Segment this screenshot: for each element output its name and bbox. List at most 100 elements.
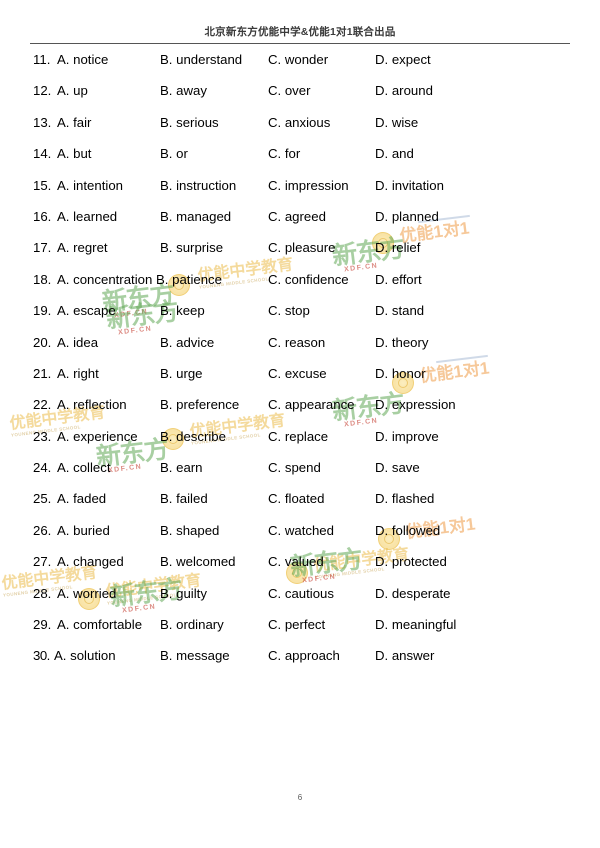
option-b[interactable]: B. instruction xyxy=(160,178,236,193)
option-d[interactable]: D. save xyxy=(375,460,420,475)
option-b[interactable]: B. urge xyxy=(160,366,203,381)
option-b[interactable]: B. advice xyxy=(160,335,214,350)
option-b[interactable]: B. serious xyxy=(160,115,219,130)
question-number: 17. xyxy=(33,240,52,256)
option-b[interactable]: B. understand xyxy=(160,52,242,67)
option-c[interactable]: C. floated xyxy=(268,491,324,506)
option-d[interactable]: D. followed xyxy=(375,523,440,538)
option-c[interactable]: C. over xyxy=(268,83,311,98)
option-c[interactable]: C. perfect xyxy=(268,617,325,632)
option-a[interactable]: A. reflection xyxy=(57,397,127,412)
option-a[interactable]: A. buried xyxy=(57,523,110,538)
option-c[interactable]: C. impression xyxy=(268,178,349,193)
question-row: 15. A. intention B. instruction C. impressi… xyxy=(0,178,600,209)
option-b[interactable]: B. message xyxy=(160,648,230,663)
question-number: 19. xyxy=(33,303,52,319)
option-c[interactable]: C. for xyxy=(268,146,300,161)
question-number: 11. xyxy=(33,52,51,67)
option-a[interactable]: A. changed xyxy=(57,554,124,569)
question-list: 11. A. notice B. understand C. wonder D. exp… xyxy=(0,52,600,680)
option-c[interactable]: C. valued xyxy=(268,554,324,569)
question-number: 22. xyxy=(33,397,52,413)
option-b[interactable]: B. ordinary xyxy=(160,617,224,632)
option-c[interactable]: C. stop xyxy=(268,303,310,318)
option-a[interactable]: A. solution xyxy=(54,648,116,663)
option-b[interactable]: B. away xyxy=(160,83,207,98)
option-d[interactable]: D. meaningful xyxy=(375,617,456,632)
question-row: 29. A. comfortable B. ordinary C. perfect D.… xyxy=(0,617,600,648)
option-a[interactable]: A. experience xyxy=(57,429,138,444)
option-a[interactable]: A. right xyxy=(57,366,99,381)
option-b[interactable]: B. keep xyxy=(160,303,205,318)
option-c[interactable]: C. approach xyxy=(268,648,340,663)
option-a[interactable]: A. intention xyxy=(57,178,123,193)
option-c[interactable]: C. reason xyxy=(268,335,325,350)
option-d[interactable]: D. and xyxy=(375,146,414,161)
question-row: 13. A. fair B. serious C. anxious D. wise xyxy=(0,115,600,146)
option-d[interactable]: D. planned xyxy=(375,209,439,224)
option-d[interactable]: D. effort xyxy=(375,272,422,287)
option-d[interactable]: D. theory xyxy=(375,335,429,350)
option-d[interactable]: D. wise xyxy=(375,115,418,130)
question-row: 21. A. right B. urge C. excuse D. honor xyxy=(0,366,600,397)
option-d[interactable]: D. expect xyxy=(375,52,431,67)
option-a[interactable]: A. regret xyxy=(57,240,108,255)
option-b[interactable]: B. describe xyxy=(160,429,226,444)
option-d[interactable]: D. desperate xyxy=(375,586,451,601)
option-a[interactable]: A. faded xyxy=(57,491,106,506)
option-b[interactable]: B. surprise xyxy=(160,240,223,255)
option-b[interactable]: B. patience xyxy=(156,272,222,287)
page-number: 6 xyxy=(297,793,303,802)
option-b[interactable]: B. or xyxy=(160,146,188,161)
question-row: 12. A. up B. away C. over D. around xyxy=(0,83,600,114)
question-number: 15. xyxy=(33,177,52,193)
option-a[interactable]: A. comfortable xyxy=(57,617,142,632)
question-row: 30. A. solution B. message C. approach D. an… xyxy=(0,648,600,679)
option-c[interactable]: C. appearance xyxy=(268,397,355,412)
option-d[interactable]: D. protected xyxy=(375,554,447,569)
option-c[interactable]: C. wonder xyxy=(268,52,328,67)
option-d[interactable]: D. relief xyxy=(375,240,420,255)
option-a[interactable]: A. escape xyxy=(57,303,116,318)
option-a[interactable]: A. collect xyxy=(57,460,111,475)
option-c[interactable]: C. confidence xyxy=(268,272,349,287)
option-b[interactable]: B. managed xyxy=(160,209,231,224)
option-c[interactable]: C. anxious xyxy=(268,115,330,130)
exam-page: 北京新东方优能中学&优能1对1联合出品 优能中学教育 YOUNENG MIDDL… xyxy=(0,0,600,848)
question-number: 14. xyxy=(33,146,52,162)
option-d[interactable]: D. flashed xyxy=(375,491,434,506)
question-row: 11. A. notice B. understand C. wonder D. exp… xyxy=(0,52,600,83)
option-d[interactable]: D. improve xyxy=(375,429,439,444)
question-row: 16. A. learned B. managed C. agreed D. plann… xyxy=(0,209,600,240)
option-d[interactable]: D. invitation xyxy=(375,178,444,193)
option-d[interactable]: D. stand xyxy=(375,303,424,318)
option-a[interactable]: A. concentration xyxy=(57,272,152,287)
option-b[interactable]: B. preference xyxy=(160,397,239,412)
question-number: 18. xyxy=(33,271,52,287)
option-a[interactable]: A. worried xyxy=(57,586,116,601)
option-b[interactable]: B. failed xyxy=(160,491,208,506)
question-row: 25. A. faded B. failed C. floated D. flashed xyxy=(0,491,600,522)
option-c[interactable]: C. watched xyxy=(268,523,334,538)
question-number: 27. xyxy=(33,554,52,570)
option-c[interactable]: C. replace xyxy=(268,429,328,444)
option-d[interactable]: D. honor xyxy=(375,366,426,381)
option-c[interactable]: C. spend xyxy=(268,460,321,475)
option-c[interactable]: C. pleasure xyxy=(268,240,335,255)
option-a[interactable]: A. learned xyxy=(57,209,117,224)
option-b[interactable]: B. earn xyxy=(160,460,203,475)
option-b[interactable]: B. welcomed xyxy=(160,554,236,569)
option-a[interactable]: A. notice xyxy=(57,52,108,67)
option-a[interactable]: A. up xyxy=(57,83,88,98)
option-a[interactable]: A. fair xyxy=(57,115,91,130)
option-c[interactable]: C. cautious xyxy=(268,586,334,601)
option-b[interactable]: B. guilty xyxy=(160,586,207,601)
option-c[interactable]: C. excuse xyxy=(268,366,327,381)
option-d[interactable]: D. answer xyxy=(375,648,434,663)
option-a[interactable]: A. but xyxy=(57,146,91,161)
option-a[interactable]: A. idea xyxy=(57,335,98,350)
option-b[interactable]: B. shaped xyxy=(160,523,219,538)
option-d[interactable]: D. expression xyxy=(375,397,456,412)
option-d[interactable]: D. around xyxy=(375,83,433,98)
option-c[interactable]: C. agreed xyxy=(268,209,326,224)
